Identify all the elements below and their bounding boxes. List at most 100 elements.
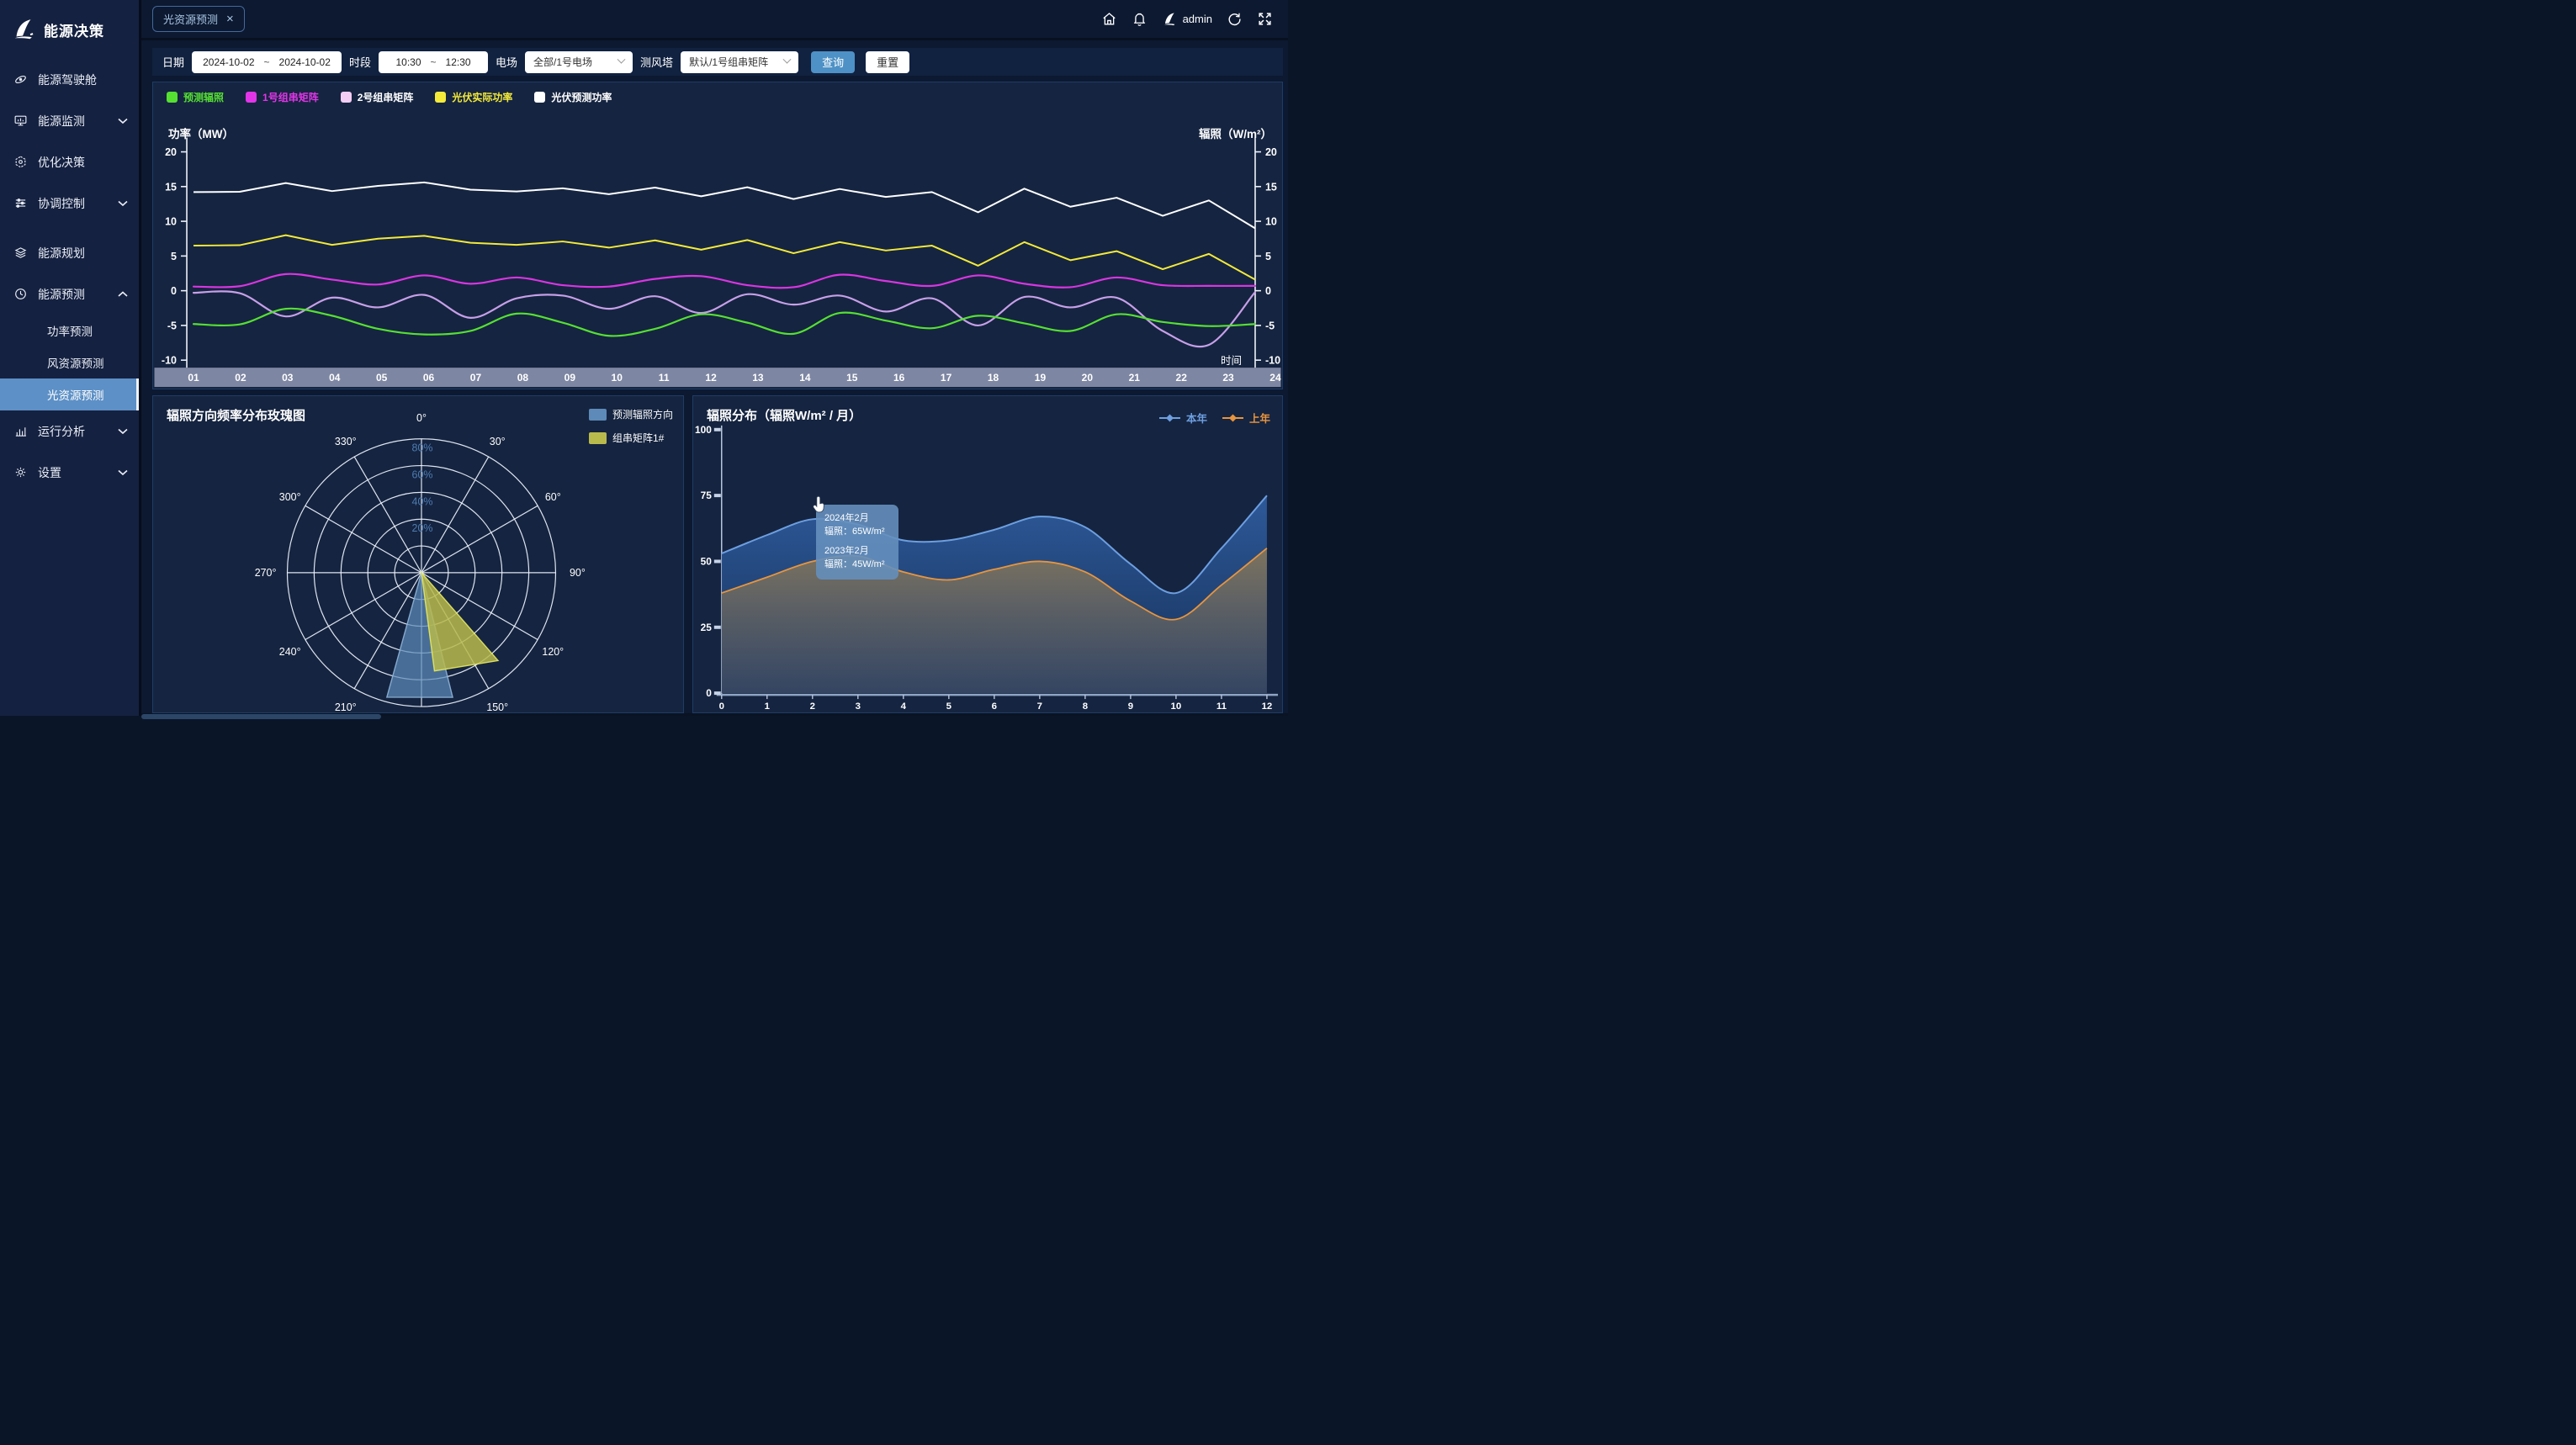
sidebar-item-monitor[interactable]: 能源监测	[0, 100, 139, 141]
sidebar-item-planning[interactable]: 能源规划	[0, 232, 139, 273]
legend-swatch	[589, 432, 607, 444]
date-range-input[interactable]: 2024-10-02 ~ 2024-10-02	[192, 51, 342, 73]
rose-chart-legend: 预测辐照方向组串矩阵1#	[589, 407, 673, 445]
bottom-row: 辐照方向频率分布玫瑰图 预测辐照方向组串矩阵1# 20%40%60%80%0°3…	[152, 395, 1283, 713]
analysis-icon	[13, 424, 28, 438]
notification-bell-icon[interactable]	[1132, 11, 1148, 27]
tooltip-date: 2023年2月	[824, 545, 890, 558]
svg-text:60%: 60%	[412, 468, 433, 480]
power-irradiance-chart-panel: 预测辐照1号组串矩阵2号组串矩阵光伏实际功率光伏预测功率 功率（MW） 辐照（W…	[152, 82, 1283, 389]
svg-text:330°: 330°	[335, 436, 357, 447]
sidebar-item-dashboard[interactable]: 能源驾驶舱	[0, 59, 139, 100]
legend-swatch	[341, 92, 352, 103]
svg-text:0: 0	[171, 285, 177, 297]
tower-select[interactable]: 默认/1号组串矩阵	[681, 51, 798, 73]
tab-label: 光资源预测	[163, 11, 218, 27]
svg-text:40%: 40%	[412, 495, 433, 507]
chevron-down-icon	[617, 56, 626, 64]
sidebar-item-power-forecast[interactable]: 功率预测	[0, 315, 139, 347]
sidebar-nav: 能源驾驶舱能源监测优化决策协调控制能源规划能源预测功率预测风资源预测光资源预测运…	[0, 59, 139, 493]
horizontal-scrollbar[interactable]	[141, 713, 1288, 716]
time-range-input[interactable]: 10:30 ~ 12:30	[379, 51, 488, 73]
reset-button[interactable]: 重置	[866, 51, 909, 73]
legend-item[interactable]: 组串矩阵1#	[589, 431, 673, 445]
svg-text:09: 09	[564, 372, 576, 384]
legend-item[interactable]: 光伏实际功率	[435, 90, 512, 104]
fullscreen-icon[interactable]	[1257, 11, 1273, 27]
legend-item[interactable]: 2号组串矩阵	[341, 90, 414, 104]
home-icon[interactable]	[1101, 11, 1117, 27]
tooltip-entry: 2024年2月辐照：65W/m²	[824, 512, 890, 539]
sidebar-item-label: 协调控制	[38, 195, 85, 212]
svg-text:7: 7	[1037, 701, 1042, 712]
svg-text:19: 19	[1035, 372, 1047, 384]
legend-swatch	[435, 92, 446, 103]
sidebar-item-forecast[interactable]: 能源预测	[0, 273, 139, 315]
user-menu[interactable]: admin	[1162, 11, 1212, 27]
time-to[interactable]: 12:30	[446, 56, 471, 68]
sidebar-item-label: 能源驾驶舱	[38, 71, 97, 88]
legend-item[interactable]: 上年	[1222, 410, 1270, 426]
legend-label: 光伏实际功率	[452, 90, 512, 104]
y-axis-title-irradiance: 辐照（W/m²）	[1199, 124, 1272, 141]
svg-text:01: 01	[188, 372, 199, 384]
svg-text:10: 10	[165, 216, 177, 228]
monthly-irradiance-area-chart[interactable]: 10075502500123456789101112	[693, 396, 1282, 712]
svg-text:05: 05	[376, 372, 388, 384]
sidebar-item-control[interactable]: 协调控制	[0, 183, 139, 224]
legend-item[interactable]: 本年	[1159, 410, 1207, 426]
svg-text:17: 17	[941, 372, 952, 384]
legend-item[interactable]: 1号组串矩阵	[246, 90, 319, 104]
sidebar-item-settings[interactable]: 设置	[0, 452, 139, 493]
topbar: 光资源预测 × admin	[141, 0, 1288, 40]
sidebar-item-label: 能源预测	[38, 286, 85, 303]
date-to[interactable]: 2024-10-02	[279, 56, 331, 68]
time-from[interactable]: 10:30	[395, 56, 421, 68]
control-icon	[13, 196, 28, 210]
svg-text:10: 10	[612, 372, 623, 384]
svg-text:12: 12	[705, 372, 717, 384]
tooltip-value: 辐照：45W/m²	[824, 558, 890, 572]
area-chart-title: 辐照分布（辐照W/m² / 月）	[707, 406, 861, 424]
admin-username: admin	[1183, 13, 1212, 25]
svg-text:20%: 20%	[412, 522, 433, 534]
sidebar-item-optimize[interactable]: 优化决策	[0, 141, 139, 183]
svg-text:150°: 150°	[486, 701, 508, 712]
svg-text:04: 04	[329, 372, 341, 384]
svg-text:60°: 60°	[545, 491, 561, 503]
farm-value: 全部/1号电场	[533, 55, 592, 69]
svg-text:14: 14	[799, 372, 811, 384]
svg-text:25: 25	[701, 622, 713, 633]
sidebar-item-label: 优化决策	[38, 154, 85, 171]
sidebar-item-wind-forecast[interactable]: 风资源预测	[0, 347, 139, 378]
sidebar-item-solar-forecast[interactable]: 光资源预测	[0, 378, 139, 410]
sidebar-item-analysis[interactable]: 运行分析	[0, 410, 139, 452]
svg-text:07: 07	[470, 372, 482, 384]
date-from[interactable]: 2024-10-02	[203, 56, 254, 68]
legend-item[interactable]: 光伏预测功率	[534, 90, 612, 104]
svg-text:120°: 120°	[542, 646, 564, 658]
power-irradiance-line-chart[interactable]: 0102030405060708091011121314151617181920…	[153, 82, 1282, 389]
app-title: 能源决策	[44, 19, 104, 40]
svg-text:02: 02	[235, 372, 246, 384]
close-icon[interactable]: ×	[226, 13, 234, 25]
legend-item[interactable]: 预测辐照方向	[589, 407, 673, 421]
optimize-icon	[13, 155, 28, 169]
scrollbar-thumb[interactable]	[141, 714, 381, 719]
area-chart-legend: 本年上年	[1159, 410, 1270, 426]
svg-text:10: 10	[1171, 701, 1182, 712]
svg-text:15: 15	[846, 372, 858, 384]
legend-item[interactable]: 预测辐照	[167, 90, 224, 104]
settings-icon	[13, 465, 28, 479]
mouse-cursor-icon	[812, 495, 828, 514]
svg-text:24: 24	[1269, 372, 1281, 384]
query-button[interactable]: 查询	[811, 51, 855, 73]
tab-solar-forecast[interactable]: 光资源预测 ×	[152, 6, 245, 32]
svg-text:06: 06	[423, 372, 435, 384]
legend-label: 预测辐照方向	[612, 407, 673, 421]
refresh-icon[interactable]	[1227, 11, 1243, 27]
x-axis-title-time: 时间	[1221, 352, 1242, 368]
farm-select[interactable]: 全部/1号电场	[525, 51, 633, 73]
svg-text:5: 5	[171, 251, 177, 262]
svg-text:90°: 90°	[570, 567, 586, 579]
